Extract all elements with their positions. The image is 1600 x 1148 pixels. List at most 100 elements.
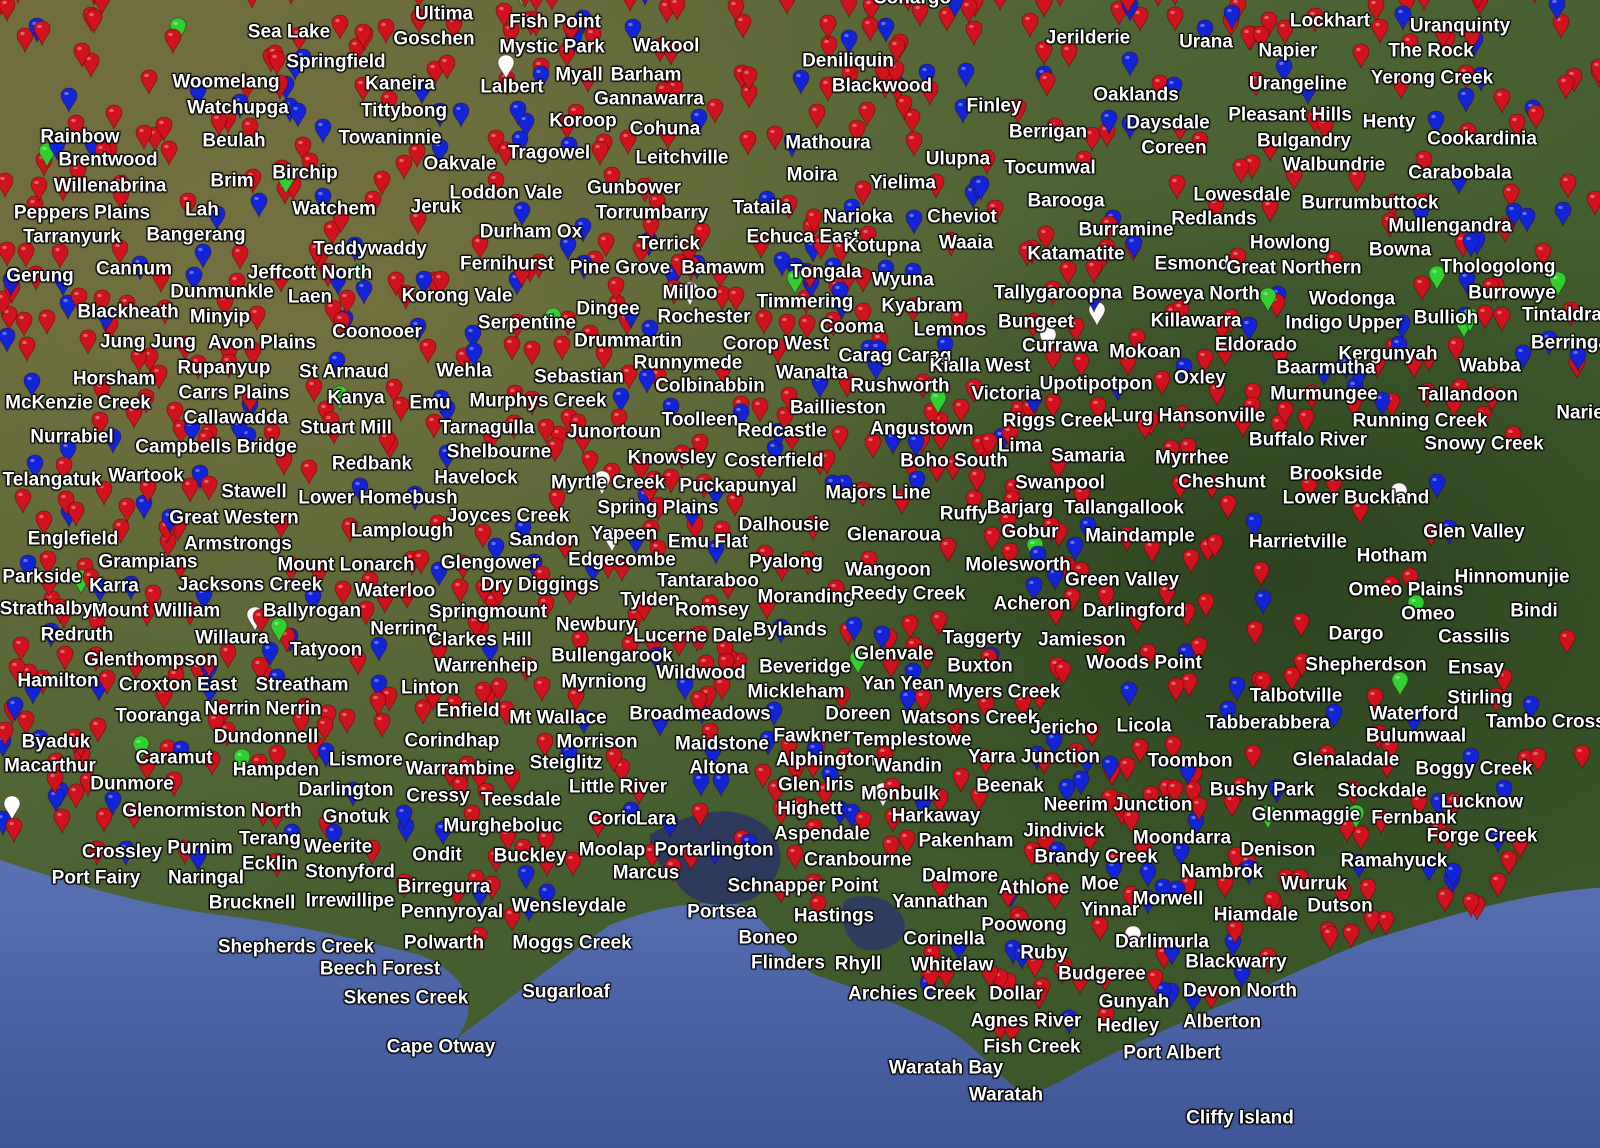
place-label: Willenabrina bbox=[53, 175, 167, 197]
place-label: Urana bbox=[1179, 31, 1233, 53]
place-label: Myrniong bbox=[561, 671, 647, 693]
place-label: Stockdale bbox=[1337, 780, 1427, 802]
place-label: Dalhousie bbox=[738, 514, 830, 536]
place-label: Redcastle bbox=[737, 420, 827, 442]
place-label: Aspendale bbox=[773, 823, 871, 845]
place-label: Stawell bbox=[221, 481, 287, 503]
place-label: Bullioh bbox=[1413, 307, 1479, 329]
place-label: Lucerne Dale bbox=[633, 625, 753, 647]
place-label: Tarnagulla bbox=[439, 417, 535, 439]
place-label: Morrison bbox=[556, 731, 638, 753]
place-label: Omeo bbox=[1401, 603, 1455, 625]
place-label: Warrambine bbox=[405, 758, 515, 780]
place-label: Crossley bbox=[81, 841, 163, 863]
place-label: Jeffcott North bbox=[247, 262, 373, 284]
place-label: Lurg bbox=[1110, 405, 1154, 427]
place-label: Tongala bbox=[790, 261, 862, 283]
place-label: Hansonville bbox=[1158, 405, 1266, 427]
place-label: Romsey bbox=[675, 599, 749, 621]
place-label: Sugarloaf bbox=[522, 981, 610, 1003]
place-label: Glenmaggie bbox=[1251, 804, 1361, 826]
place-label: Schnapper Point bbox=[727, 875, 879, 897]
place-label: Fawkner bbox=[773, 725, 851, 747]
place-label: Port Albert bbox=[1123, 1042, 1221, 1064]
place-label: Horsham bbox=[72, 368, 156, 390]
place-label: Cheshunt bbox=[1178, 471, 1266, 493]
place-label: Devon North bbox=[1183, 980, 1297, 1002]
place-label: Tataila bbox=[732, 197, 792, 219]
place-label: Wakool bbox=[632, 35, 700, 57]
place-label: Boweya North bbox=[1132, 283, 1260, 305]
place-label: Purnim bbox=[167, 837, 233, 859]
place-label: Callawadda bbox=[183, 407, 289, 429]
place-label: Eldorado bbox=[1214, 334, 1298, 356]
place-label: Terang bbox=[239, 828, 301, 850]
place-label: Knowsley bbox=[627, 447, 717, 469]
place-label: Lamplough bbox=[350, 520, 454, 542]
place-label: Moolap bbox=[578, 839, 646, 861]
place-label: Mystic Park bbox=[499, 36, 605, 58]
place-label: Agnes River bbox=[970, 1010, 1082, 1032]
place-label: Bulgandry bbox=[1257, 130, 1351, 152]
place-label: Croxton East bbox=[118, 674, 238, 696]
place-label: Watsons Creek bbox=[901, 707, 1039, 729]
place-label: Sea Lake bbox=[247, 21, 331, 43]
place-label: Walbundrie bbox=[1282, 154, 1386, 176]
place-label: Reedy Creek bbox=[850, 583, 966, 605]
place-label: Wartook bbox=[108, 465, 184, 487]
place-label: Moggs Creek bbox=[512, 932, 632, 954]
place-label: Dollar bbox=[989, 983, 1043, 1005]
place-label: Kanya bbox=[327, 387, 385, 409]
place-label: Baillieston bbox=[789, 397, 887, 419]
place-label: Serpentine bbox=[477, 312, 577, 334]
place-label: Darlingford bbox=[1082, 600, 1186, 622]
place-label: Altona bbox=[689, 757, 749, 779]
place-label: Teddywaddy bbox=[313, 238, 427, 260]
place-label: Toorangа bbox=[115, 705, 201, 727]
place-label: Hedley bbox=[1096, 1015, 1160, 1037]
place-label: Myers Creek bbox=[947, 681, 1061, 703]
place-label: Lara bbox=[635, 808, 677, 830]
place-label: Lowesdale bbox=[1193, 184, 1291, 206]
place-label: Rainbow bbox=[40, 126, 120, 148]
place-label: Wangoon bbox=[845, 559, 931, 581]
place-label: Talbotville bbox=[1249, 685, 1343, 707]
place-label: Glengower bbox=[440, 552, 540, 574]
place-label: Moira bbox=[786, 164, 838, 186]
place-label: Drummartin bbox=[574, 330, 682, 352]
place-label: Macarthur bbox=[4, 755, 96, 777]
place-label: Toombon bbox=[1147, 750, 1233, 772]
place-label: Springmount bbox=[428, 601, 548, 623]
place-label: Jung Jung bbox=[99, 331, 197, 353]
place-label: Telangatuk bbox=[2, 469, 102, 491]
place-label: Hamilton bbox=[17, 670, 99, 692]
place-label: Dalmore bbox=[921, 865, 999, 887]
place-label: Irrewillipe bbox=[305, 890, 395, 912]
place-label: Byaduk bbox=[21, 731, 91, 753]
place-label: Tallandoon bbox=[1418, 384, 1518, 406]
place-label: Ramahyuck bbox=[1340, 850, 1448, 872]
place-label: Jericho bbox=[1030, 717, 1098, 739]
place-label: Thologolong bbox=[1440, 256, 1556, 278]
place-label: Ballyrogan bbox=[262, 600, 362, 622]
place-label: Swanpool bbox=[1015, 472, 1105, 494]
place-label: Murgheboluc bbox=[443, 815, 563, 837]
place-label: Stuart Mill bbox=[300, 417, 392, 439]
place-label: Bangerang bbox=[146, 224, 246, 246]
place-label: Edgecombe bbox=[568, 549, 676, 571]
place-label: Boneo bbox=[738, 927, 798, 949]
place-label: Polwarth bbox=[403, 932, 485, 954]
place-label: Blackheath bbox=[77, 301, 179, 323]
place-label: Jamieson bbox=[1038, 629, 1126, 651]
place-label: Corop West bbox=[722, 333, 830, 355]
place-label: Woods Point bbox=[1086, 652, 1202, 674]
place-label: Yerong Creek bbox=[1370, 67, 1494, 89]
place-label: Watchem bbox=[292, 198, 376, 220]
place-label: Havelock bbox=[434, 467, 518, 489]
place-label: Milloo bbox=[662, 282, 718, 304]
place-label: Wabba bbox=[1459, 355, 1521, 377]
place-label: The Rock bbox=[1388, 40, 1474, 62]
map-view[interactable]: Sea Lake Ultima Fish Point Goschen Mystic Pa… bbox=[0, 0, 1600, 1148]
place-label: Cliffy Island bbox=[1186, 1107, 1294, 1129]
place-label: Victoria bbox=[971, 383, 1041, 405]
